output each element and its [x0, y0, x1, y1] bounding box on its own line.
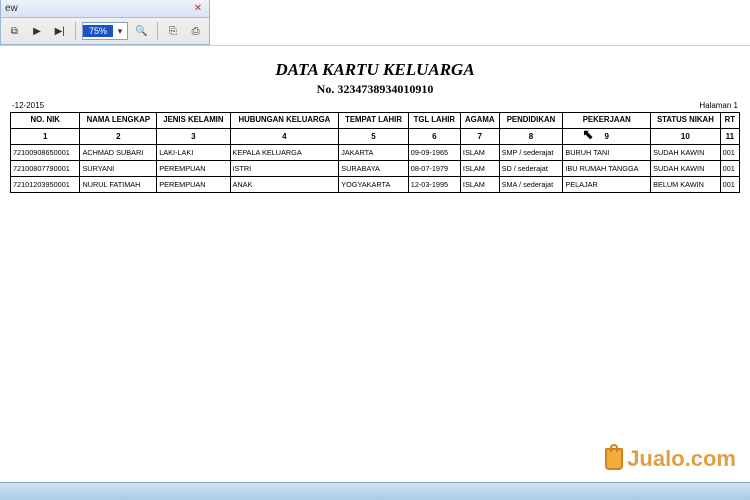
- zoom-select[interactable]: 75% ▾: [82, 22, 128, 40]
- col-agama: AGAMA: [460, 113, 499, 129]
- document-subtitle: No. 3234738934010910: [10, 82, 740, 97]
- exit-icon[interactable]: ⎘: [164, 21, 183, 41]
- toolbar: ⧉ ▶ ▶| 75% ▾ 🔍 ⎘ ⎙: [1, 18, 209, 44]
- col-tempat: TEMPAT LAHIR: [339, 113, 409, 129]
- col-pendidikan: PENDIDIKAN: [499, 113, 563, 129]
- chevron-down-icon: ▾: [113, 26, 127, 37]
- report-page: DATA KARTU KELUARGA No. 3234738934010910…: [0, 45, 750, 475]
- copy-icon[interactable]: ⧉: [5, 21, 24, 41]
- document-title: DATA KARTU KELUARGA: [10, 60, 740, 80]
- bag-icon: [605, 448, 623, 470]
- window-titlebar: ew ✕: [1, 0, 209, 18]
- col-tgl: TGL LAHIR: [408, 113, 460, 129]
- table-header-row: NO. NIK NAMA LENGKAP JENIS KELAMIN HUBUN…: [11, 113, 740, 129]
- close-icon[interactable]: ✕: [191, 2, 205, 16]
- table-row: 72101203950001 NURUL FATIMAH PEREMPUAN A…: [11, 176, 740, 192]
- zoom-value: 75%: [83, 25, 113, 37]
- watermark-logo: Jualo.com: [605, 446, 736, 472]
- document-date: -12-2015: [12, 101, 44, 110]
- page-number: Halaman 1: [699, 101, 738, 110]
- watermark-text: Jualo.com: [627, 446, 736, 472]
- col-pekerjaan: PEKERJAAN: [563, 113, 651, 129]
- toolbar-separator: [75, 22, 76, 40]
- col-nikah: STATUS NIKAH: [651, 113, 721, 129]
- toolbar-separator: [157, 22, 158, 40]
- window-title: ew: [5, 3, 18, 14]
- zoom-icon[interactable]: 🔍: [132, 21, 151, 41]
- nav-next-icon[interactable]: ▶|: [50, 21, 69, 41]
- status-bar: [0, 482, 750, 500]
- col-hub: HUBUNGAN KELUARGA: [230, 113, 339, 129]
- print-icon[interactable]: ⎙: [186, 21, 205, 41]
- nav-prev-icon[interactable]: ▶: [28, 21, 47, 41]
- col-rt: RT: [720, 113, 739, 129]
- kk-table: NO. NIK NAMA LENGKAP JENIS KELAMIN HUBUN…: [10, 112, 740, 193]
- col-nik: NO. NIK: [11, 113, 80, 129]
- table-index-row: 1 2 3 4 5 6 7 8 9 10 11: [11, 128, 740, 144]
- table-row: 72100807790001 SURYANI PEREMPUAN ISTRI S…: [11, 160, 740, 176]
- preview-toolbar-window: ew ✕ ⧉ ▶ ▶| 75% ▾ 🔍 ⎘ ⎙: [0, 0, 210, 45]
- table-row: 72100908650001 ACHMAD SUBARI LAKI-LAKI K…: [11, 144, 740, 160]
- document-meta: -12-2015 Halaman 1: [10, 101, 740, 110]
- col-nama: NAMA LENGKAP: [80, 113, 157, 129]
- col-jk: JENIS KELAMIN: [157, 113, 230, 129]
